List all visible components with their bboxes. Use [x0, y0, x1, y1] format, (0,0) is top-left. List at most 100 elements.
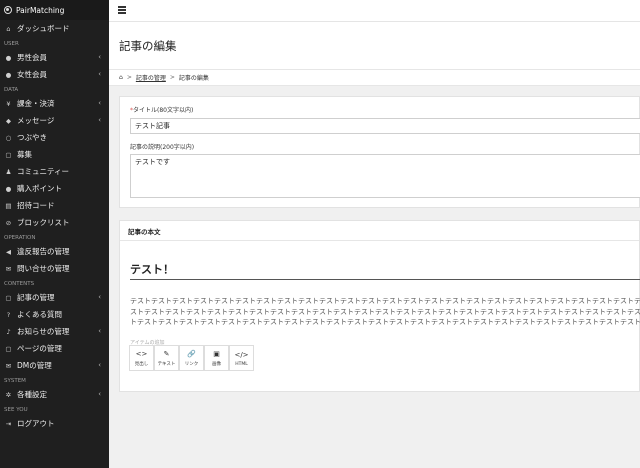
breadcrumb-separator: >: [126, 74, 132, 81]
sidebar-item-label: ログアウト: [17, 419, 55, 428]
sidebar-item-logout[interactable]: ⇥ ログアウト: [0, 415, 109, 432]
add-link-button[interactable]: 🔗 リンク: [179, 345, 204, 371]
sidebar-item-points[interactable]: ● 購入ポイント: [0, 180, 109, 197]
topbar: [109, 0, 640, 22]
sidebar-item-settings[interactable]: ✲ 各種設定 ‹: [0, 386, 109, 403]
comments-icon: ◆: [6, 116, 11, 125]
chevron-left-icon: ‹: [98, 116, 101, 124]
add-text-button[interactable]: ✎ テキスト: [154, 345, 179, 371]
breadcrumb-current: 記事の編集: [178, 75, 209, 82]
sidebar-item-news[interactable]: ♪ お知らせの管理 ‹: [0, 323, 109, 340]
sign-out-icon: ⇥: [5, 419, 12, 428]
code-icon: </>: [234, 350, 249, 359]
sidebar-item-label: ダッシュボード: [17, 24, 70, 33]
chevron-left-icon: ‹: [98, 327, 101, 335]
description-textarea[interactable]: テストです: [130, 154, 640, 198]
chevron-left-icon: ‹: [98, 53, 101, 61]
sidebar-item-recruit[interactable]: ▢ 募集: [0, 146, 109, 163]
ban-icon: ⊘: [5, 218, 12, 227]
article-heading[interactable]: テスト！: [130, 261, 174, 277]
sidebar-item-label: 募集: [17, 150, 32, 159]
page-title: 記事の編集: [119, 39, 177, 53]
sidebar-item-articles[interactable]: ▢ 記事の管理 ‹: [0, 289, 109, 306]
article-body-header: 記事の本文: [120, 221, 639, 241]
file-icon: ▤: [5, 201, 12, 210]
users-icon: ♟: [5, 167, 12, 176]
bell-icon: ♪: [6, 327, 11, 336]
speech-bubble-icon: ○: [5, 133, 12, 142]
coin-icon: ●: [5, 184, 12, 193]
link-icon: 🔗: [187, 350, 196, 358]
yen-icon: ¥: [6, 99, 11, 108]
sidebar-item-block[interactable]: ⊘ ブロックリスト: [0, 214, 109, 231]
home-icon: ⌂: [6, 24, 11, 33]
chevron-left-icon: ‹: [98, 70, 101, 78]
sidebar-item-billing[interactable]: ¥ 課金・決済 ‹: [0, 95, 109, 112]
file-text-icon: ▢: [5, 293, 12, 302]
brand[interactable]: PairMatching: [0, 0, 109, 20]
sidebar-item-pages[interactable]: ▢ ページの管理: [0, 340, 109, 357]
tool-label: リンク: [184, 362, 199, 367]
sidebar-item-label: 各種設定: [17, 390, 47, 399]
sidebar-item-community[interactable]: ♟ コミュニティー: [0, 163, 109, 180]
sidebar-item-label: メッセージ: [17, 116, 55, 125]
page-header: 記事の編集: [109, 22, 640, 70]
home-icon[interactable]: ⌂: [119, 74, 123, 81]
sidebar-item-label: コミュニティー: [17, 167, 70, 176]
article-body-card: 記事の本文 テスト！ テストテストテストテストテストテストテストテストテストテス…: [119, 220, 640, 392]
sidebar-item-dm[interactable]: ✉ DMの管理 ‹: [0, 357, 109, 374]
pages-icon: ▢: [5, 344, 12, 353]
tool-label: テキスト: [157, 362, 176, 367]
envelope-open-icon: ✉: [5, 264, 12, 273]
add-html-button[interactable]: </> HTML: [229, 345, 254, 371]
sidebar-item-label: 問い合せの管理: [17, 264, 70, 273]
sidebar-item-label: よくある質問: [17, 310, 62, 319]
edit-icon: ✎: [163, 350, 170, 358]
hamburger-menu-icon[interactable]: [118, 6, 126, 14]
section-data: DATA: [4, 87, 19, 93]
breadcrumb-separator: >: [169, 74, 175, 81]
title-label-text: タイトル(80文字以内): [133, 107, 194, 114]
copy-icon: ▢: [5, 150, 12, 159]
sidebar-item-label: ブロックリスト: [17, 218, 70, 227]
title-input[interactable]: テスト記事: [130, 118, 640, 134]
chevron-left-icon: ‹: [98, 361, 101, 369]
sidebar-item-label: ページの管理: [17, 344, 62, 353]
section-system: SYSTEM: [4, 378, 26, 384]
tool-label: HTML: [235, 361, 248, 367]
description-label: 記事の説明(200字以内): [130, 144, 195, 151]
tool-label: 画像: [212, 362, 221, 367]
sidebar-item-label: 男性会員: [17, 53, 47, 62]
add-item-toolbar: <> 見出し ✎ テキスト 🔗 リンク ▣ 画像 </> HTML: [129, 345, 254, 371]
sidebar-item-inquiry[interactable]: ✉ 問い合せの管理: [0, 260, 109, 277]
heading-divider: [130, 279, 640, 280]
sidebar-item-label: 記事の管理: [17, 293, 55, 302]
section-user: USER: [4, 41, 19, 47]
breadcrumb: ⌂ > 記事の管理 > 記事の編集: [109, 70, 640, 86]
sidebar-item-message[interactable]: ◆ メッセージ ‹: [0, 112, 109, 129]
sidebar-item-faq[interactable]: ? よくある質問: [0, 306, 109, 323]
section-seeyou: SEE YOU: [4, 407, 28, 413]
image-icon: ▣: [213, 350, 220, 358]
article-meta-card: *タイトル(80文字以内) テスト記事 記事の説明(200字以内) テストです: [119, 96, 640, 208]
brand-logo-icon: [4, 6, 12, 14]
sidebar-item-label: つぶやき: [17, 133, 47, 142]
sidebar: PairMatching ⌂ ダッシュボード USER ● 男性会員 ‹ ● 女…: [0, 0, 109, 468]
user-circle-icon: ●: [5, 70, 12, 79]
sidebar-item-tsubuyaki[interactable]: ○ つぶやき: [0, 129, 109, 146]
brand-name: PairMatching: [16, 5, 65, 15]
user-circle-icon: ●: [5, 53, 12, 62]
article-text[interactable]: テストテストテストテストテストテストテストテストテストテストテストテストテストテ…: [130, 296, 640, 328]
question-circle-icon: ?: [6, 310, 11, 319]
sidebar-item-violation[interactable]: ◀ 違反報告の管理: [0, 243, 109, 260]
bullhorn-icon: ◀: [6, 247, 11, 256]
chevron-left-icon: ‹: [98, 293, 101, 301]
sidebar-item-male[interactable]: ● 男性会員 ‹: [0, 49, 109, 66]
sidebar-item-dashboard[interactable]: ⌂ ダッシュボード: [0, 20, 109, 37]
sidebar-item-female[interactable]: ● 女性会員 ‹: [0, 66, 109, 83]
tool-label: 見出し: [134, 362, 149, 367]
add-image-button[interactable]: ▣ 画像: [204, 345, 229, 371]
sidebar-item-invite[interactable]: ▤ 招待コード: [0, 197, 109, 214]
breadcrumb-link-articles[interactable]: 記事の管理: [136, 73, 166, 82]
add-heading-button[interactable]: <> 見出し: [129, 345, 154, 371]
